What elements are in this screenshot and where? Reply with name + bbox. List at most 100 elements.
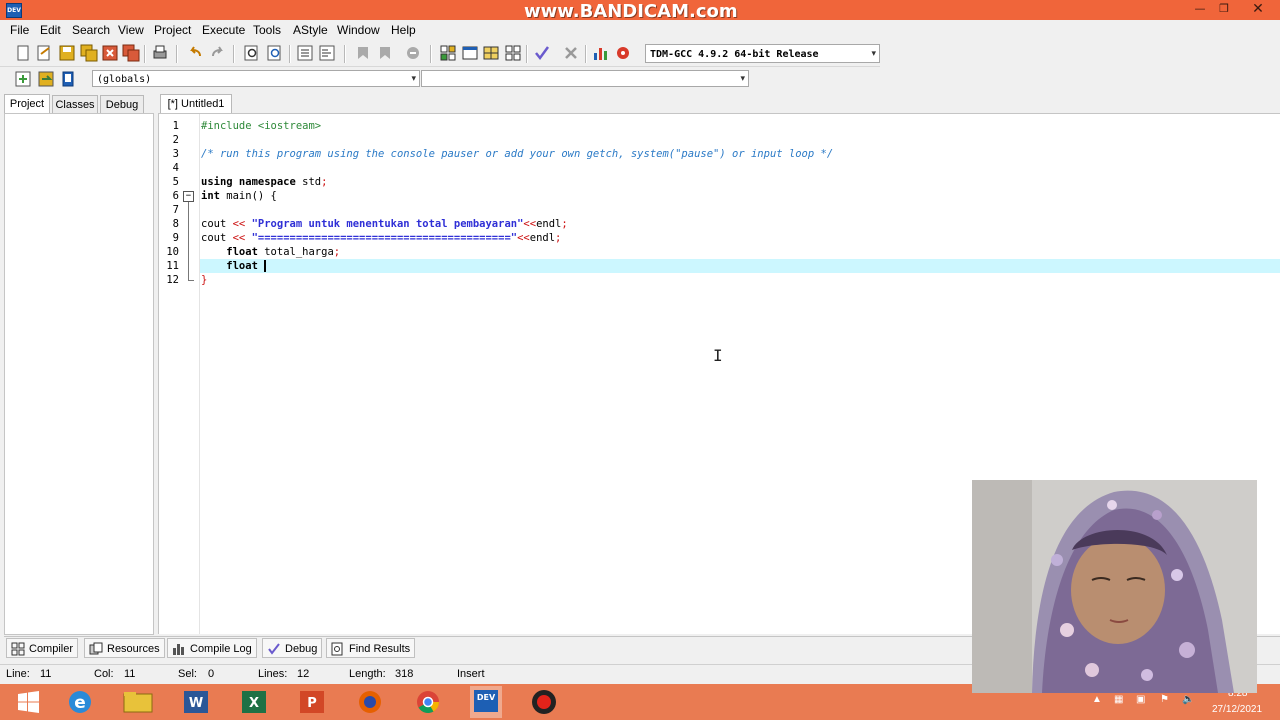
close-all-icon[interactable] [122, 44, 140, 62]
devcpp-app-icon[interactable]: DEV [6, 3, 22, 18]
status-mode: Insert [457, 668, 485, 680]
chrome-icon[interactable] [404, 686, 452, 718]
replace-icon[interactable] [266, 44, 284, 62]
line-number: 6 [172, 190, 179, 202]
tab-compiler[interactable]: Compiler [6, 638, 79, 658]
compile-check-icon[interactable] [533, 44, 551, 62]
print-icon[interactable] [151, 44, 169, 62]
insert-icon[interactable] [14, 70, 32, 88]
ibeam-cursor-icon: I [713, 346, 723, 365]
check-icon [268, 643, 280, 655]
tab-project[interactable]: Project [4, 94, 50, 114]
line-number: 11 [166, 260, 179, 272]
goto-bookmark-icon[interactable] [376, 44, 394, 62]
firefox-icon[interactable] [346, 686, 394, 718]
tab-debug[interactable]: Debug [100, 95, 144, 114]
new-project-icon[interactable] [439, 44, 457, 62]
new-file-icon[interactable] [14, 44, 32, 62]
status-sel-label: Sel: [178, 668, 197, 680]
line-number: 2 [172, 134, 179, 146]
window-icon[interactable] [461, 44, 479, 62]
svg-text:W: W [189, 696, 203, 711]
menu-project[interactable]: Project [154, 23, 191, 37]
code-line-5: using namespace std; [201, 176, 328, 188]
project-browser[interactable] [4, 113, 154, 635]
compiler-grid-icon [11, 642, 25, 656]
internet-explorer-icon[interactable]: e [56, 686, 104, 718]
member-select[interactable]: ▾ [421, 70, 749, 87]
network-icon[interactable]: ▦ [1114, 694, 1123, 705]
tab-find-results[interactable]: Find Results [326, 638, 416, 658]
code-line-3: /* run this program using the console pa… [201, 148, 834, 160]
tab-classes[interactable]: Classes [52, 95, 98, 114]
status-line-value: 11 [40, 668, 52, 680]
menu-astyle[interactable]: AStyle [293, 23, 328, 37]
unindent-icon[interactable] [318, 44, 336, 62]
undo-icon[interactable] [186, 44, 204, 62]
fold-toggle-icon[interactable]: − [183, 191, 194, 202]
editor-tab-untitled1[interactable]: [*] Untitled1 [160, 94, 232, 113]
open-file-icon[interactable] [35, 44, 53, 62]
class-browser-icon[interactable] [504, 44, 522, 62]
goto-line-icon[interactable] [404, 44, 422, 62]
text-caret [264, 260, 267, 272]
tab-compile-log-label: Compile Log [190, 643, 252, 655]
start-button-icon[interactable] [4, 686, 52, 718]
find-icon[interactable] [243, 44, 261, 62]
power-icon[interactable]: ▣ [1136, 694, 1145, 705]
tray-up-arrow-icon[interactable]: ▲ [1092, 694, 1102, 705]
chevron-down-icon: ▾ [411, 74, 416, 84]
code-line-12: } [201, 274, 208, 286]
menu-execute[interactable]: Execute [202, 23, 245, 37]
goto-icon[interactable] [59, 70, 77, 88]
stop-icon[interactable] [562, 44, 580, 62]
file-explorer-icon[interactable] [114, 686, 162, 718]
tab-resources[interactable]: Resources [84, 638, 165, 658]
svg-text:DEV: DEV [477, 693, 496, 702]
close-file-icon[interactable] [101, 44, 119, 62]
code-line-6: int main() { [201, 190, 277, 202]
code-line-11: float [201, 259, 267, 273]
webcam-overlay [972, 480, 1257, 693]
menu-view[interactable]: View [118, 23, 144, 37]
profile-icon[interactable] [614, 44, 632, 62]
toggle-icon[interactable] [37, 70, 55, 88]
word-icon[interactable]: W [172, 686, 220, 718]
bandicam-record-icon[interactable] [520, 686, 568, 718]
status-sel-value: 0 [208, 668, 215, 680]
powerpoint-icon[interactable]: P [288, 686, 336, 718]
indent-icon[interactable] [296, 44, 314, 62]
volume-icon[interactable]: 🔈 [1182, 694, 1194, 705]
line-number: 8 [172, 218, 179, 230]
menu-tools[interactable]: Tools [253, 23, 281, 37]
toggle-bookmark-icon[interactable] [354, 44, 372, 62]
save-icon[interactable] [58, 44, 76, 62]
svg-text:e: e [74, 693, 86, 713]
clock-date[interactable]: 27/12/2021 [1212, 704, 1262, 715]
tab-compile-log[interactable]: Compile Log [167, 638, 257, 658]
save-all-icon[interactable] [80, 44, 98, 62]
menu-file[interactable]: File [10, 23, 29, 37]
tab-debug-output-label: Debug [285, 643, 318, 655]
menu-search[interactable]: Search [72, 23, 110, 37]
svg-text:X: X [249, 696, 259, 711]
chevron-down-icon: ▾ [871, 49, 876, 59]
close-button[interactable]: ✕ [1236, 0, 1280, 20]
maximize-button[interactable]: ❐ [1214, 0, 1234, 20]
menu-window[interactable]: Window [337, 23, 380, 37]
menu-help[interactable]: Help [391, 23, 416, 37]
tab-find-results-label: Find Results [349, 643, 411, 655]
redo-icon[interactable] [209, 44, 227, 62]
excel-icon[interactable]: X [230, 686, 278, 718]
minimize-button[interactable]: — [1190, 0, 1210, 20]
line-number: 12 [166, 274, 179, 286]
compiler-select[interactable]: TDM-GCC 4.9.2 64-bit Release ▾ [645, 44, 880, 63]
action-center-icon[interactable]: ⚑ [1160, 694, 1169, 705]
dev-cpp-taskbar-icon[interactable]: DEV [462, 686, 510, 718]
chart-icon[interactable] [592, 44, 610, 62]
project-options-icon[interactable] [482, 44, 500, 62]
scope-select[interactable]: (globals) ▾ [92, 70, 420, 87]
tab-debug-output[interactable]: Debug [262, 638, 323, 658]
menu-edit[interactable]: Edit [40, 23, 61, 37]
find-results-icon [331, 642, 343, 656]
